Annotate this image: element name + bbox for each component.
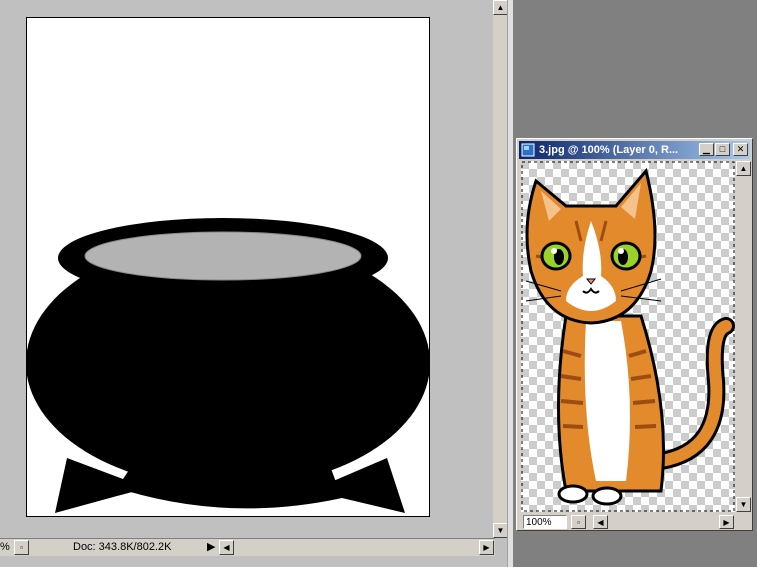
scroll-up-icon[interactable]: ▲: [493, 0, 508, 15]
close-icon[interactable]: ✕: [733, 143, 748, 156]
document-canvas-area: [0, 0, 493, 538]
cat-image: [521, 161, 735, 512]
status-options-icon[interactable]: ▫: [14, 540, 29, 555]
window-title: 3.jpg @ 100% (Layer 0, R...: [539, 144, 679, 156]
document-status-bar: % ▫ Doc: 343.8K/802.2K ▶ ◀ ▶: [0, 538, 495, 556]
status-options-icon[interactable]: ▫: [571, 515, 586, 529]
vertical-scrollbar[interactable]: ▲ ▼: [493, 0, 508, 538]
cat-vertical-scrollbar[interactable]: ▲ ▼: [736, 161, 751, 512]
cat-zoom-field[interactable]: 100%: [523, 515, 567, 529]
window-bottom-edge: [0, 556, 507, 567]
document-window: ▲ ▼ % ▫ Doc: 343.8K/802.2K ▶ ◀ ▶: [0, 0, 513, 567]
window-right-edge: [507, 0, 513, 567]
photoshop-document-icon: [521, 143, 535, 157]
cauldron-image: [27, 218, 429, 513]
scroll-down-icon[interactable]: ▼: [493, 523, 508, 538]
cat-status-bar: 100% ▫ ◀ ▶: [521, 515, 751, 529]
minimize-icon[interactable]: ▁: [699, 143, 714, 156]
title-bar[interactable]: 3.jpg @ 100% (Layer 0, R... ▁ □ ✕: [519, 141, 750, 159]
status-menu-arrow-icon[interactable]: ▶: [207, 540, 215, 555]
scroll-left-icon[interactable]: ◀: [219, 540, 234, 555]
cat-document-window[interactable]: 3.jpg @ 100% (Layer 0, R... ▁ □ ✕ ▲ ▼ 10…: [516, 138, 753, 531]
document-canvas[interactable]: [26, 17, 430, 517]
zoom-field[interactable]: %: [0, 540, 10, 555]
scroll-up-icon[interactable]: ▲: [736, 161, 751, 176]
scroll-right-icon[interactable]: ▶: [479, 540, 494, 555]
cat-canvas[interactable]: [521, 161, 735, 512]
scroll-right-icon[interactable]: ▶: [719, 515, 734, 529]
cat-horizontal-scrollbar[interactable]: [608, 515, 718, 529]
scroll-left-icon[interactable]: ◀: [593, 515, 608, 529]
document-size-info: Doc: 343.8K/802.2K: [73, 541, 172, 553]
maximize-icon[interactable]: □: [715, 143, 730, 156]
horizontal-scrollbar[interactable]: [234, 540, 478, 555]
scroll-down-icon[interactable]: ▼: [736, 497, 751, 512]
